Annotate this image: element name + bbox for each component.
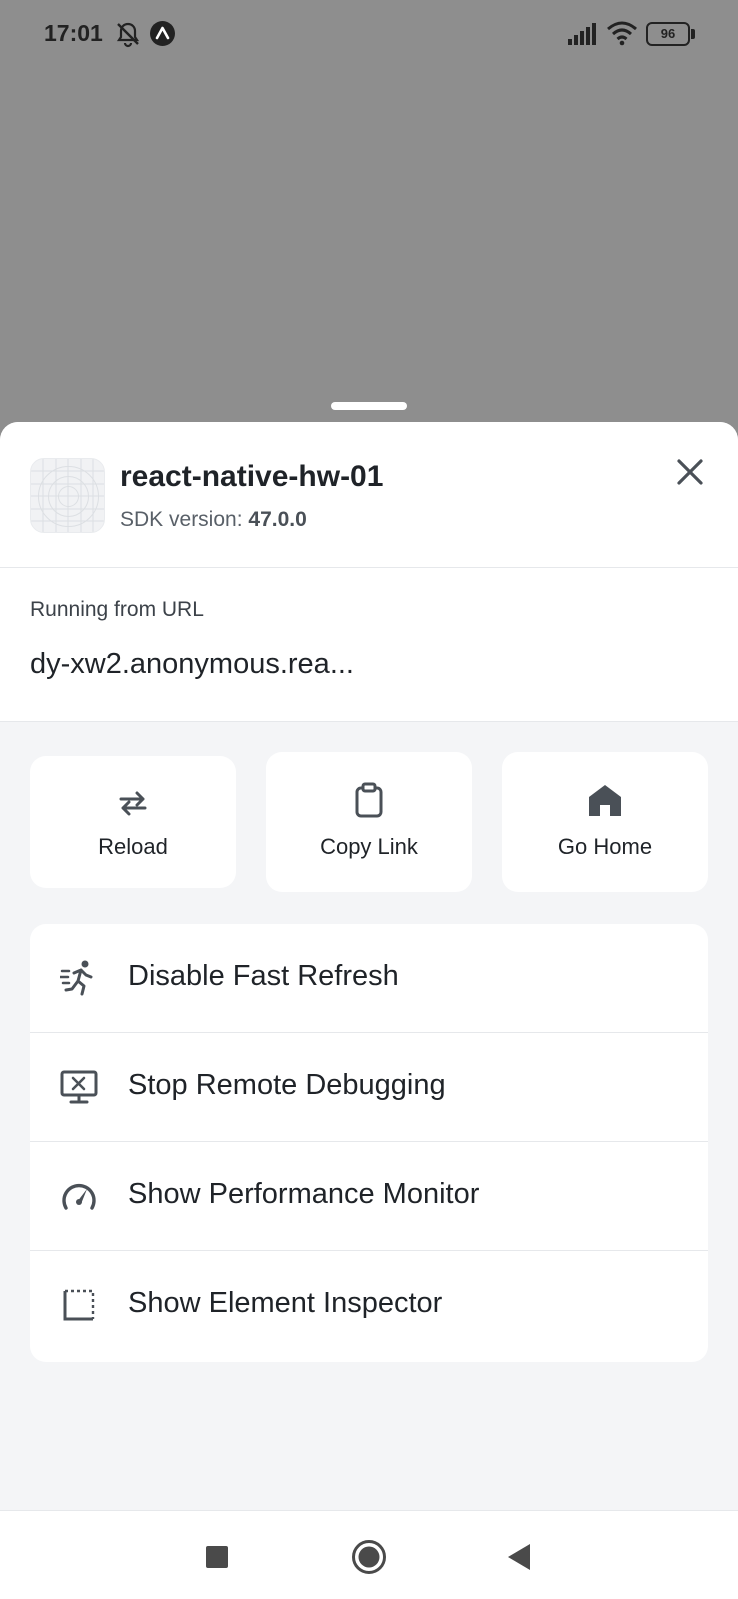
sheet-header: react-native-hw-01 SDK version: 47.0.0 bbox=[0, 422, 738, 568]
speedometer-icon bbox=[62, 1183, 96, 1210]
go-home-label: Go Home bbox=[557, 834, 653, 859]
status-bar: 17:01 96 bbox=[0, 0, 738, 70]
go-home-button[interactable]: Go Home bbox=[502, 752, 708, 892]
signal-icon bbox=[568, 23, 596, 45]
menu-item-label: Show Element Inspector bbox=[128, 1287, 443, 1319]
url-value[interactable]: dy-xw2.anonymous.rea... bbox=[30, 648, 354, 681]
menu-item-label: Stop Remote Debugging bbox=[128, 1069, 446, 1101]
close-icon bbox=[677, 459, 703, 485]
battery-level: 96 bbox=[660, 26, 676, 41]
url-label: Running from URL bbox=[30, 598, 204, 621]
menu-item-label: Show Performance Monitor bbox=[128, 1178, 480, 1210]
dev-menu-list: Disable Fast Refresh Stop Remote Debuggi… bbox=[30, 924, 708, 1362]
recents-icon[interactable] bbox=[205, 1545, 229, 1569]
system-nav-bar bbox=[0, 1510, 738, 1599]
back-icon[interactable] bbox=[505, 1542, 533, 1572]
sdk-version-value: 47.0.0 bbox=[248, 508, 307, 531]
status-time: 17:01 bbox=[44, 20, 103, 46]
battery-icon: 96 bbox=[646, 22, 696, 46]
clipboard-icon bbox=[355, 782, 383, 818]
debug-monitor-icon bbox=[60, 1070, 98, 1104]
home-icon bbox=[589, 785, 621, 816]
dev-menu-sheet: react-native-hw-01 SDK version: 47.0.0 R… bbox=[0, 422, 738, 1599]
menu-item-label: Disable Fast Refresh bbox=[128, 960, 399, 992]
reload-label: Reload bbox=[98, 834, 168, 859]
home-nav-icon[interactable] bbox=[351, 1539, 387, 1575]
menu-item-show-performance-monitor[interactable]: Show Performance Monitor bbox=[30, 1142, 708, 1251]
wifi-icon bbox=[607, 21, 637, 46]
reload-icon bbox=[119, 791, 147, 816]
menu-item-disable-fast-refresh[interactable]: Disable Fast Refresh bbox=[30, 924, 708, 1033]
sdk-version-label: SDK version: bbox=[120, 508, 249, 531]
close-button[interactable] bbox=[670, 452, 710, 492]
app-notification-icon bbox=[150, 21, 175, 46]
sheet-drag-handle[interactable] bbox=[331, 402, 407, 410]
reload-button[interactable]: Reload bbox=[30, 756, 236, 888]
copy-link-button[interactable]: Copy Link bbox=[266, 752, 472, 892]
menu-item-stop-remote-debugging[interactable]: Stop Remote Debugging bbox=[30, 1033, 708, 1142]
url-section: Running from URL dy-xw2.anonymous.rea... bbox=[0, 568, 738, 722]
sdk-version: SDK version: 47.0.0 bbox=[120, 508, 307, 532]
menu-item-show-element-inspector[interactable]: Show Element Inspector bbox=[30, 1251, 708, 1360]
copy-link-label: Copy Link bbox=[320, 834, 418, 859]
mute-icon bbox=[116, 22, 140, 48]
running-person-icon bbox=[60, 960, 93, 996]
app-name: react-native-hw-01 bbox=[120, 460, 384, 493]
inspector-icon bbox=[63, 1289, 95, 1321]
app-icon bbox=[30, 458, 105, 533]
